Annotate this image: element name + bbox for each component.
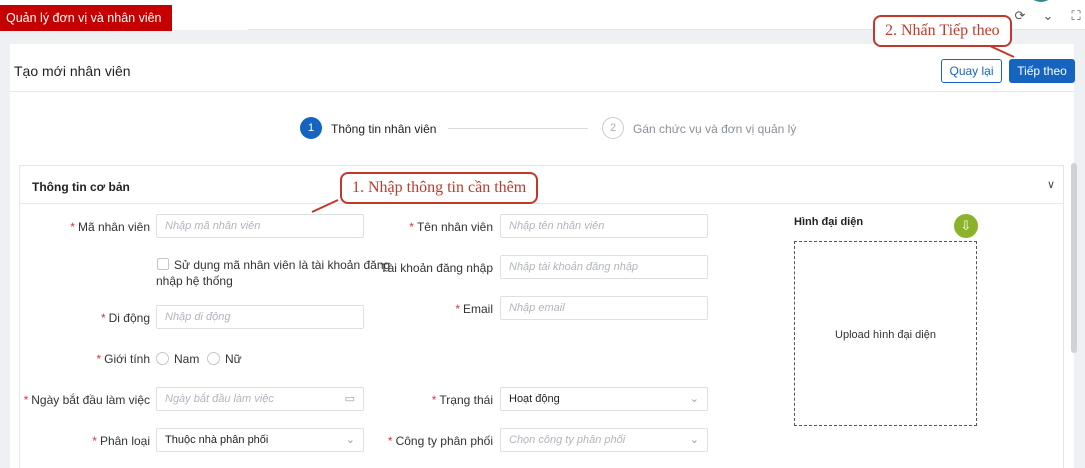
annotation-callout-1: 1. Nhập thông tin cần thêm [340,172,539,204]
annotation-arrows [311,45,1015,213]
annotation-callout-2: 2. Nhấn Tiếp theo [873,15,1012,47]
callout-1-arrow [311,199,339,213]
callout-2-arrow [989,45,1015,58]
